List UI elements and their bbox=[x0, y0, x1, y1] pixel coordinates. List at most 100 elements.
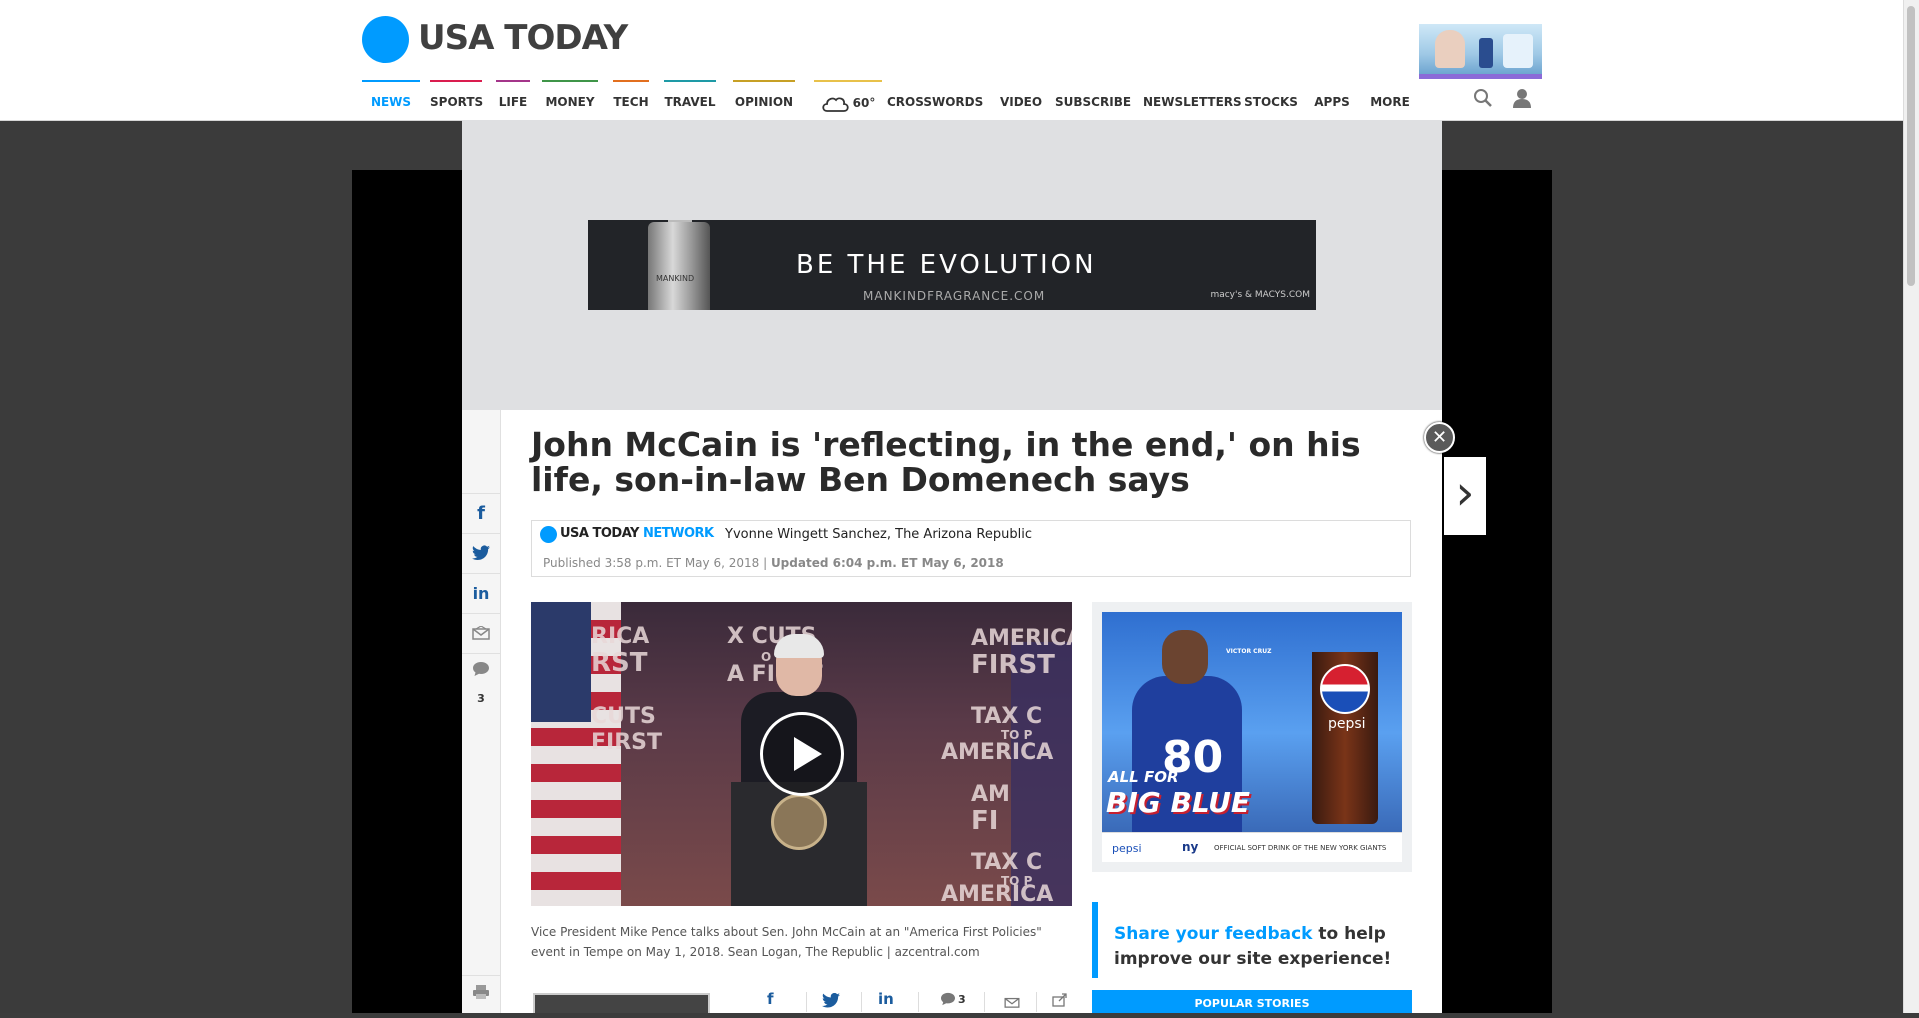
nav-item-sports[interactable]: SPORTS bbox=[430, 80, 484, 120]
ad-tagline-big: BIG BLUE bbox=[1106, 786, 1251, 819]
player-head bbox=[1162, 630, 1208, 684]
network-brand: USA TODAY bbox=[560, 526, 639, 541]
usa-today-logo-text[interactable]: USA TODAY bbox=[418, 18, 628, 58]
mankind-banner-ad[interactable]: MANKIND BE THE EVOLUTION MANKINDFRAGRANC… bbox=[588, 220, 1316, 310]
email-share-icon[interactable] bbox=[1004, 994, 1020, 1012]
bottle-label: MANKIND bbox=[656, 274, 695, 283]
pepsi-logo-icon bbox=[1320, 664, 1370, 714]
ad-figure bbox=[1435, 30, 1465, 68]
usa-today-network-icon bbox=[540, 526, 557, 543]
play-button-icon[interactable] bbox=[760, 712, 844, 796]
video-bg-text: RST bbox=[591, 648, 648, 678]
pepsi-advertisement[interactable]: 80 VICTOR CRUZ ALL FOR BIG BLUE pepsi pe… bbox=[1102, 612, 1402, 862]
article-headline: John McCain is 'reflecting, in the end,'… bbox=[531, 425, 1361, 499]
site-header bbox=[0, 0, 1904, 81]
updated-text: Updated 6:04 p.m. ET May 6, 2018 bbox=[770, 556, 1004, 570]
ad-footer-text: OFFICIAL SOFT DRINK OF THE NEW YORK GIAN… bbox=[1214, 844, 1387, 852]
linkedin-share-icon[interactable]: in bbox=[878, 990, 894, 1008]
footer-pepsi-logo: pepsi bbox=[1112, 842, 1142, 855]
usa-today-logo-icon[interactable] bbox=[362, 16, 409, 63]
nav-item-subscribe[interactable]: SUBSCRIBE bbox=[1055, 80, 1131, 120]
share-divider bbox=[806, 992, 807, 1012]
print-icon[interactable] bbox=[462, 975, 500, 1014]
nav-item-label: TECH bbox=[613, 95, 649, 109]
linkedin-share-icon[interactable]: in bbox=[462, 573, 500, 613]
more-share-icon[interactable] bbox=[1052, 993, 1068, 1011]
nav-item-label: NEWS bbox=[370, 95, 412, 109]
share-divider bbox=[984, 992, 985, 1012]
related-thumbnail[interactable] bbox=[533, 993, 710, 1013]
twitter-share-icon[interactable] bbox=[822, 992, 840, 1012]
nav-item-video[interactable]: VIDEO bbox=[996, 80, 1046, 120]
nav-item-stocks[interactable]: STOCKS bbox=[1243, 80, 1299, 120]
twitter-share-icon[interactable] bbox=[462, 533, 500, 573]
nav-item-label: NEWSLETTERS bbox=[1143, 95, 1242, 109]
banner-url: MANKINDFRAGRANCE.COM bbox=[863, 289, 1046, 303]
nav-item-label: MORE bbox=[1370, 95, 1410, 109]
nav-item-label: APPS bbox=[1314, 95, 1350, 109]
next-article-arrow-icon[interactable]: › bbox=[1444, 457, 1486, 535]
share-divider bbox=[861, 992, 862, 1012]
nav-item-money[interactable]: MONEY bbox=[542, 80, 598, 120]
video-bg-text: FIRST bbox=[971, 650, 1055, 680]
feedback-text: Share your feedback to help improve our … bbox=[1114, 922, 1404, 972]
search-icon[interactable] bbox=[1473, 88, 1493, 113]
nav-item-opinion[interactable]: OPINION bbox=[733, 80, 795, 120]
page-scrollbar[interactable] bbox=[1903, 0, 1919, 1013]
video-bg-text: FI bbox=[971, 806, 999, 836]
video-bg-text: CUTS bbox=[591, 704, 656, 729]
us-flag-canton bbox=[531, 602, 591, 722]
video-bg-text: RICA bbox=[591, 624, 650, 649]
close-modal-button[interactable]: ✕ bbox=[1424, 422, 1455, 453]
nav-item-life[interactable]: LIFE bbox=[496, 80, 530, 120]
nav-item-travel[interactable]: TRAVEL bbox=[664, 80, 716, 120]
rail-comment-count: 3 bbox=[477, 692, 485, 705]
banner-headline: BE THE EVOLUTION bbox=[796, 250, 1097, 280]
published-text: Published 3:58 p.m. ET May 6, 2018 | bbox=[543, 556, 768, 570]
video-bg-text: AM bbox=[971, 782, 1010, 807]
header-advertisement[interactable] bbox=[1419, 24, 1542, 79]
player-name: VICTOR CRUZ bbox=[1226, 648, 1272, 655]
ad-footer: pepsi ny OFFICIAL SOFT DRINK OF THE NEW … bbox=[1102, 832, 1402, 862]
comments-icon[interactable] bbox=[940, 992, 956, 1010]
nav-item-apps[interactable]: APPS bbox=[1312, 80, 1352, 120]
nav-item-label: OPINION bbox=[734, 95, 794, 109]
popular-stories-header[interactable]: POPULAR STORIES bbox=[1092, 990, 1412, 1013]
fragrance-bottle bbox=[648, 222, 710, 310]
nav-item-label: 60° bbox=[852, 96, 876, 110]
scrollbar-thumb[interactable] bbox=[1907, 6, 1915, 286]
ad-tagline-small: ALL FOR bbox=[1108, 768, 1179, 786]
nav-item-more[interactable]: MORE bbox=[1365, 80, 1415, 120]
pepsi-brand: pepsi bbox=[1328, 716, 1366, 732]
video-bg-text: AMERICA bbox=[971, 626, 1072, 651]
nav-item-label: SUBSCRIBE bbox=[1055, 95, 1132, 109]
comment-count: 3 bbox=[958, 993, 966, 1006]
share-divider bbox=[1036, 992, 1037, 1012]
user-account-icon[interactable] bbox=[1513, 88, 1531, 113]
nav-item-label: CROSSWORDS bbox=[887, 95, 984, 109]
nav-item-label: VIDEO bbox=[999, 95, 1043, 109]
page: USA TODAY NEWS SPORTS LIFE MONEY TECH TRAVEL O… bbox=[0, 0, 1904, 1013]
nav-item-label: SPORTS bbox=[430, 95, 484, 109]
video-bg-text: AMERICA bbox=[941, 882, 1054, 906]
facebook-share-icon[interactable]: f bbox=[462, 493, 500, 533]
nav-item-60[interactable]: 60° bbox=[814, 80, 882, 120]
nav-item-news[interactable]: NEWS bbox=[362, 80, 420, 120]
video-bg-text: TAX C bbox=[971, 850, 1043, 875]
email-share-icon[interactable] bbox=[462, 613, 500, 653]
author-byline: Yvonne Wingett Sanchez, The Arizona Repu… bbox=[725, 527, 1032, 542]
share-divider bbox=[918, 992, 919, 1012]
nav-item-newsletters[interactable]: NEWSLETTERS bbox=[1143, 80, 1242, 120]
nav-item-crosswords[interactable]: CROSSWORDS bbox=[887, 80, 983, 120]
nav-item-label: TRAVEL bbox=[664, 95, 716, 109]
giants-logo: ny bbox=[1182, 840, 1199, 854]
nav-item-tech[interactable]: TECH bbox=[613, 80, 649, 120]
facebook-share-icon[interactable]: f bbox=[767, 990, 774, 1008]
nav-item-label: LIFE bbox=[498, 95, 528, 109]
share-feedback-link[interactable]: Share your feedback bbox=[1114, 924, 1312, 944]
ad-graphic bbox=[1503, 34, 1533, 68]
speaker-hair bbox=[774, 634, 824, 658]
vice-presidential-seal bbox=[771, 794, 827, 850]
publish-date: Published 3:58 p.m. ET May 6, 2018 | Upd… bbox=[543, 556, 1004, 570]
video-bg-text: TAX C bbox=[971, 704, 1043, 729]
